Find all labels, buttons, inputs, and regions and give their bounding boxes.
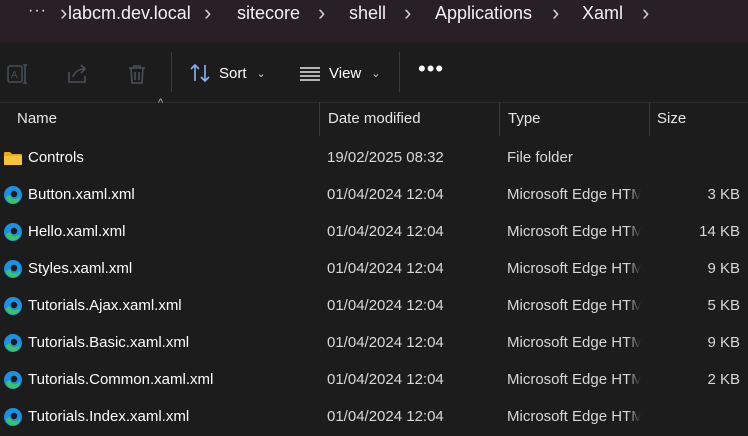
chevron-right-icon[interactable]: ›: [552, 0, 559, 26]
sort-button[interactable]: Sort ⌄: [189, 58, 266, 88]
file-date: 01/04/2024 12:04: [327, 371, 444, 388]
file-type: Microsoft Edge HTML Document: [507, 334, 641, 351]
chevron-right-icon[interactable]: ›: [404, 0, 411, 26]
file-name: Controls: [28, 149, 84, 166]
breadcrumb-item-xaml[interactable]: Xaml: [582, 3, 623, 24]
file-type: Microsoft Edge HTML Document: [507, 371, 641, 388]
file-type: Microsoft Edge HTML Document: [507, 186, 641, 203]
column-header: ^ Name Date modified Type Size: [0, 97, 748, 136]
list-item[interactable]: Controls 19/02/2025 08:32 File folder: [0, 140, 748, 177]
edge-icon: [4, 223, 22, 241]
file-name: Hello.xaml.xml: [28, 223, 126, 240]
text-fade: [627, 325, 641, 362]
list-item[interactable]: Tutorials.Common.xaml.xml 01/04/2024 12:…: [0, 362, 748, 399]
toolbar-divider: [171, 52, 172, 92]
rename-icon[interactable]: A: [6, 62, 30, 86]
file-date: 01/04/2024 12:04: [327, 297, 444, 314]
column-header-size[interactable]: Size: [657, 110, 686, 127]
chevron-right-icon[interactable]: ›: [60, 0, 67, 26]
file-type: Microsoft Edge HTML Document: [507, 297, 641, 314]
file-name: Tutorials.Ajax.xaml.xml: [28, 297, 182, 314]
file-size: 14 KB: [699, 223, 740, 240]
list-item[interactable]: Tutorials.Ajax.xaml.xml 01/04/2024 12:04…: [0, 288, 748, 325]
command-bar: A Sort ⌄ View ⌄ •••: [0, 42, 748, 103]
edge-icon: [4, 260, 22, 278]
file-type: File folder: [507, 149, 573, 166]
svg-text:A: A: [11, 70, 18, 81]
view-label: View: [329, 64, 362, 82]
text-fade: [627, 177, 641, 214]
chevron-right-icon[interactable]: ›: [204, 0, 211, 26]
text-fade: [627, 399, 641, 436]
column-header-type[interactable]: Type: [508, 110, 541, 127]
sort-ascending-icon: ^: [158, 97, 164, 109]
list-item[interactable]: Tutorials.Basic.xaml.xml 01/04/2024 12:0…: [0, 325, 748, 362]
edge-icon: [4, 408, 22, 426]
column-divider[interactable]: [319, 102, 320, 136]
text-fade: [627, 214, 641, 251]
file-size: 5 KB: [707, 297, 740, 314]
column-divider[interactable]: [649, 102, 650, 136]
text-fade: [627, 288, 641, 325]
chevron-right-icon[interactable]: ›: [642, 0, 649, 26]
sort-label: Sort: [219, 64, 247, 82]
file-date: 01/04/2024 12:04: [327, 223, 444, 240]
delete-icon[interactable]: [125, 62, 149, 86]
chevron-right-icon[interactable]: ›: [318, 0, 325, 26]
file-date: 01/04/2024 12:04: [327, 260, 444, 277]
file-size: 9 KB: [707, 260, 740, 277]
file-name: Tutorials.Basic.xaml.xml: [28, 334, 190, 351]
column-header-date[interactable]: Date modified: [328, 110, 421, 127]
share-icon[interactable]: [65, 62, 89, 86]
edge-icon: [4, 371, 22, 389]
toolbar-divider: [399, 52, 400, 92]
edge-icon: [4, 186, 22, 204]
breadcrumb-item-applications[interactable]: Applications: [435, 3, 532, 24]
file-date: 01/04/2024 12:04: [327, 334, 444, 351]
column-divider[interactable]: [499, 102, 500, 136]
text-fade: [627, 251, 641, 288]
text-fade: [627, 362, 641, 399]
list-item[interactable]: Tutorials.Index.xaml.xml 01/04/2024 12:0…: [0, 399, 748, 436]
file-size: 2 KB: [707, 371, 740, 388]
list-item[interactable]: Hello.xaml.xml 01/04/2024 12:04 Microsof…: [0, 214, 748, 251]
view-button[interactable]: View ⌄: [299, 58, 380, 88]
chevron-down-icon: ⌄: [256, 67, 266, 80]
file-type: Microsoft Edge HTML Document: [507, 223, 641, 240]
file-name: Tutorials.Common.xaml.xml: [28, 371, 214, 388]
sort-icon: [190, 63, 210, 83]
more-options-icon[interactable]: •••: [418, 58, 444, 80]
file-size: 9 KB: [707, 334, 740, 351]
file-list: Controls 19/02/2025 08:32 File folder Bu…: [0, 140, 748, 436]
column-header-name[interactable]: Name: [17, 110, 57, 127]
edge-icon: [4, 334, 22, 352]
breadcrumb-item-shell[interactable]: shell: [349, 3, 386, 24]
view-icon: [300, 67, 320, 81]
file-name: Button.xaml.xml: [28, 186, 135, 203]
chevron-down-icon: ⌄: [371, 67, 381, 80]
breadcrumb-item-sitecore[interactable]: sitecore: [237, 3, 300, 24]
address-bar[interactable]: ··· › labcm.dev.local › sitecore › shell…: [0, 0, 748, 42]
file-size: 3 KB: [707, 186, 740, 203]
list-item[interactable]: Styles.xaml.xml 01/04/2024 12:04 Microso…: [0, 251, 748, 288]
breadcrumb-overflow-button[interactable]: ···: [28, 2, 47, 20]
file-type: Microsoft Edge HTML Document: [507, 260, 641, 277]
folder-icon: [4, 152, 22, 165]
list-item[interactable]: Button.xaml.xml 01/04/2024 12:04 Microso…: [0, 177, 748, 214]
file-date: 19/02/2025 08:32: [327, 149, 444, 166]
breadcrumb-item-labcm[interactable]: labcm.dev.local: [68, 3, 191, 24]
edge-icon: [4, 297, 22, 315]
file-date: 01/04/2024 12:04: [327, 186, 444, 203]
file-name: Styles.xaml.xml: [28, 260, 133, 277]
